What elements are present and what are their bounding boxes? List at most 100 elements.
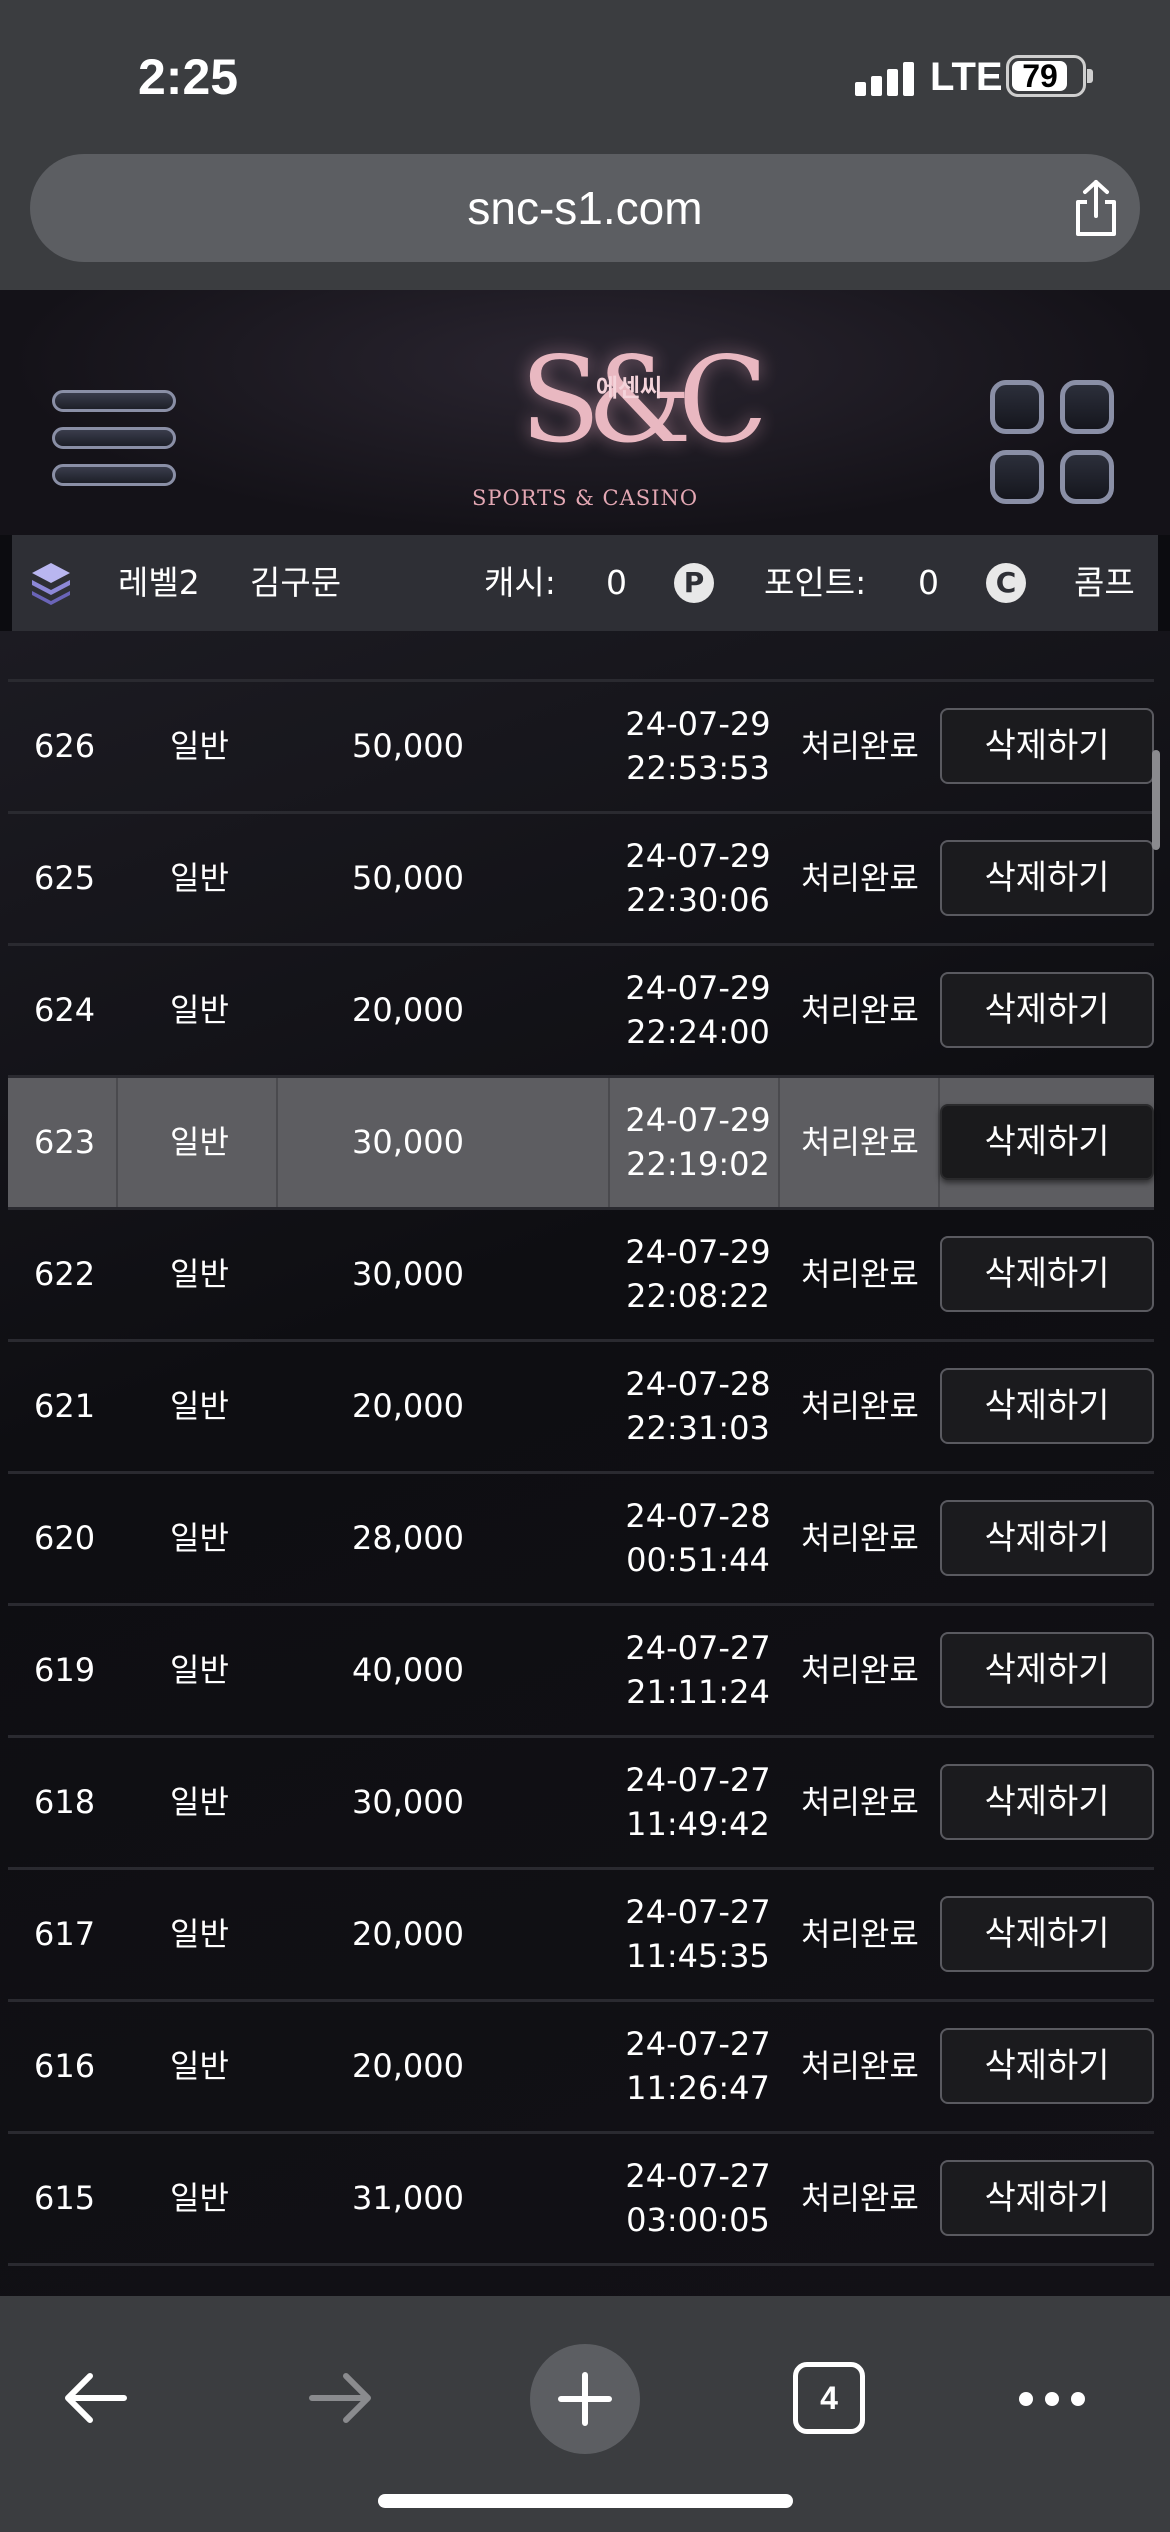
url-text[interactable]: snc-s1.com [30, 154, 1140, 262]
tabs-icon[interactable]: 4 [793, 2362, 865, 2434]
row-number: 621 [34, 1387, 96, 1425]
row-number: 615 [34, 2179, 96, 2217]
delete-button[interactable]: 삭제하기 [940, 1632, 1154, 1708]
table-row[interactable]: 623 일반 30,000 24-07-29 22:19:02 처리완료 삭제하기 [8, 1075, 1154, 1207]
row-time: 03:00:05 [626, 2201, 770, 2239]
row-number: 625 [34, 859, 96, 897]
table-row[interactable]: 626 일반 50,000 24-07-29 22:53:53 처리완료 삭제하기 [8, 679, 1154, 811]
more-icon[interactable] [1016, 2384, 1088, 2414]
row-type: 일반 [170, 1915, 229, 1953]
row-time: 22:53:53 [626, 749, 770, 787]
row-status: 처리완료 [801, 1123, 919, 1161]
row-number: 622 [34, 1255, 96, 1293]
row-date: 24-07-27 [625, 1893, 771, 1931]
row-status: 처리완료 [801, 2047, 919, 2085]
delete-button[interactable]: 삭제하기 [940, 1764, 1154, 1840]
row-time: 22:30:06 [626, 881, 770, 919]
delete-button[interactable]: 삭제하기 [940, 1500, 1154, 1576]
row-datetime: 24-07-27 11:26:47 [608, 2022, 788, 2112]
table-row[interactable]: 621 일반 20,000 24-07-28 22:31:03 처리완료 삭제하기 [8, 1339, 1154, 1471]
row-amount: 30,000 [352, 1123, 464, 1161]
row-status: 처리완료 [801, 1783, 919, 1821]
row-amount: 50,000 [352, 859, 464, 897]
table-row[interactable]: 622 일반 30,000 24-07-29 22:08:22 처리완료 삭제하기 [8, 1207, 1154, 1339]
row-date: 24-07-29 [625, 1101, 771, 1139]
row-type: 일반 [170, 2047, 229, 2085]
table-row[interactable]: 618 일반 30,000 24-07-27 11:49:42 처리완료 삭제하기 [8, 1735, 1154, 1867]
row-datetime: 24-07-29 22:30:06 [608, 834, 788, 924]
hamburger-icon[interactable] [52, 390, 176, 486]
row-type: 일반 [170, 1255, 229, 1293]
history-table: 626 일반 50,000 24-07-29 22:53:53 처리완료 삭제하기 625 일반… [0, 631, 1170, 2296]
row-type: 일반 [170, 1387, 229, 1425]
row-number: 616 [34, 2047, 96, 2085]
row-date: 24-07-28 [625, 1365, 771, 1403]
delete-button[interactable]: 삭제하기 [940, 1104, 1154, 1180]
row-status: 처리완료 [801, 1519, 919, 1557]
row-type: 일반 [170, 1783, 229, 1821]
row-number: 626 [34, 727, 96, 765]
row-time: 22:08:22 [626, 1277, 770, 1315]
table-row[interactable]: 625 일반 50,000 24-07-29 22:30:06 처리완료 삭제하기 [8, 811, 1154, 943]
row-datetime: 24-07-27 21:11:24 [608, 1626, 788, 1716]
url-bar[interactable]: snc-s1.com [30, 154, 1140, 262]
row-status: 처리완료 [801, 1255, 919, 1293]
cell-divider [276, 1078, 278, 1207]
scrollbar[interactable] [1152, 750, 1160, 850]
row-number: 620 [34, 1519, 96, 1557]
grid-icon[interactable] [990, 380, 1114, 504]
delete-button[interactable]: 삭제하기 [940, 2028, 1154, 2104]
row-time: 21:11:24 [626, 1673, 770, 1711]
table-row[interactable]: 624 일반 20,000 24-07-29 22:24:00 처리완료 삭제하기 [8, 943, 1154, 1075]
new-tab-button[interactable] [530, 2344, 640, 2454]
row-amount: 20,000 [352, 991, 464, 1029]
table-row[interactable]: 617 일반 20,000 24-07-27 11:45:35 처리완료 삭제하기 [8, 1867, 1154, 1999]
row-type: 일반 [170, 1123, 229, 1161]
forward-arrow-icon[interactable] [304, 2362, 376, 2434]
network-type: LTE [930, 55, 1003, 99]
row-time: 22:19:02 [626, 1145, 770, 1183]
delete-button[interactable]: 삭제하기 [940, 1896, 1154, 1972]
row-date: 24-07-29 [625, 705, 771, 743]
row-time: 22:24:00 [626, 1013, 770, 1051]
back-arrow-icon[interactable] [60, 2362, 132, 2434]
delete-button[interactable]: 삭제하기 [940, 708, 1154, 784]
logo-korean: 에센씨 [596, 374, 663, 402]
row-datetime: 24-07-29 22:53:53 [608, 702, 788, 792]
delete-button[interactable]: 삭제하기 [940, 2160, 1154, 2236]
user-info-bar: 레벨2 김구문 캐시: 0 P 포인트: 0 C 콤프 [12, 535, 1158, 631]
row-number: 624 [34, 991, 96, 1029]
site-logo[interactable]: S&C 에센씨 SPORTS & CASINO [470, 310, 768, 520]
row-date: 24-07-28 [625, 1497, 771, 1535]
row-datetime: 24-07-29 22:24:00 [608, 966, 788, 1056]
home-indicator[interactable] [378, 2494, 793, 2508]
delete-button[interactable]: 삭제하기 [940, 840, 1154, 916]
site-header: S&C 에센씨 SPORTS & CASINO [0, 290, 1170, 535]
row-datetime: 24-07-27 11:49:42 [608, 1758, 788, 1848]
points-label: 포인트: [764, 563, 867, 602]
points-c-icon[interactable]: C [986, 563, 1026, 603]
row-type: 일반 [170, 859, 229, 897]
row-amount: 31,000 [352, 2179, 464, 2217]
delete-button[interactable]: 삭제하기 [940, 972, 1154, 1048]
row-time: 11:26:47 [626, 2069, 770, 2107]
table-row[interactable]: 620 일반 28,000 24-07-28 00:51:44 처리완료 삭제하기 [8, 1471, 1154, 1603]
row-amount: 30,000 [352, 1255, 464, 1293]
share-icon[interactable] [1066, 178, 1126, 238]
delete-button[interactable]: 삭제하기 [940, 1368, 1154, 1444]
row-status: 처리완료 [801, 991, 919, 1029]
table-row[interactable]: 616 일반 20,000 24-07-27 11:26:47 처리완료 삭제하기 [8, 1999, 1154, 2131]
row-datetime: 24-07-27 11:45:35 [608, 1890, 788, 1980]
row-datetime: 24-07-29 22:08:22 [608, 1230, 788, 1320]
row-number: 623 [34, 1123, 96, 1161]
row-number: 619 [34, 1651, 96, 1689]
table-row[interactable]: 619 일반 40,000 24-07-27 21:11:24 처리완료 삭제하기 [8, 1603, 1154, 1735]
cell-divider [116, 1078, 118, 1207]
comp-label[interactable]: 콤프 [1074, 535, 1135, 631]
table-row[interactable]: 615 일반 31,000 24-07-27 03:00:05 처리완료 삭제하기 [8, 2131, 1154, 2263]
battery-tip [1087, 69, 1093, 83]
row-time: 11:49:42 [626, 1805, 770, 1843]
signal-icon [855, 60, 915, 96]
delete-button[interactable]: 삭제하기 [940, 1236, 1154, 1312]
cash-p-icon[interactable]: P [674, 563, 714, 603]
